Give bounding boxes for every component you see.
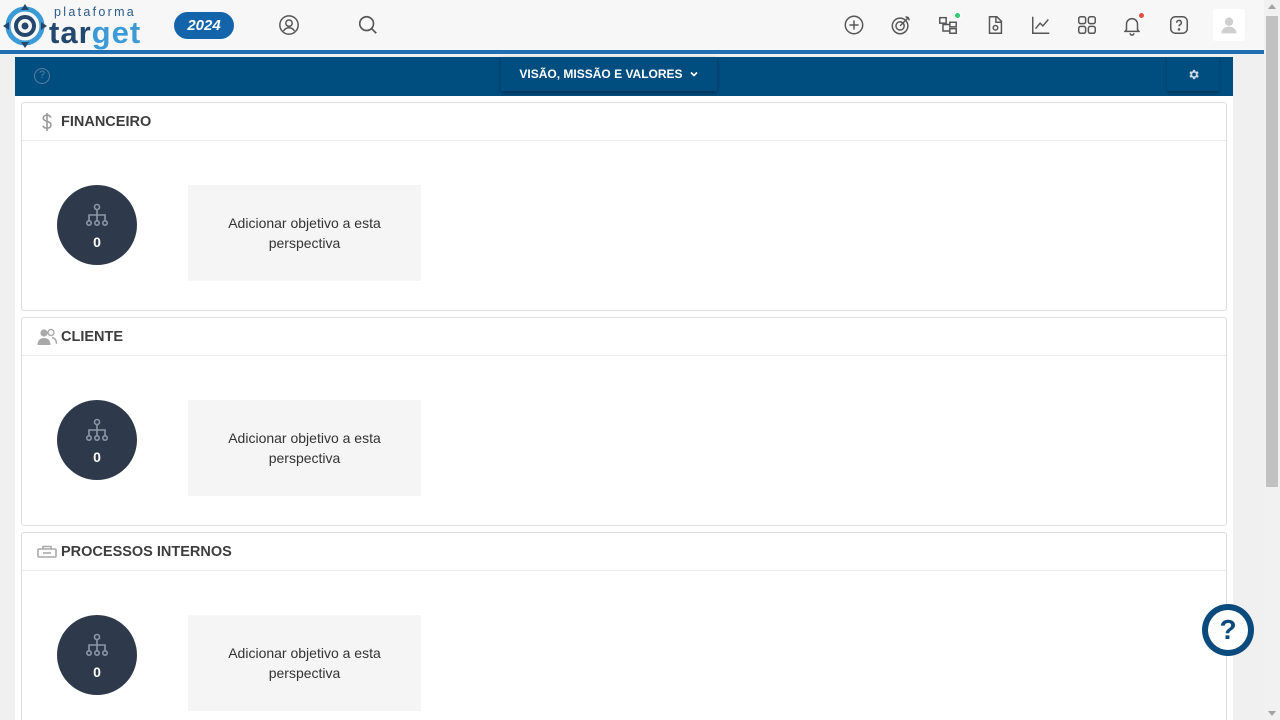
search-icon[interactable] <box>354 11 382 39</box>
perspective-header: CLIENTE <box>22 318 1226 356</box>
perspective-header: PROCESSOS INTERNOS <box>22 533 1226 571</box>
add-objective-button[interactable]: Adicionar objetivo a esta perspectiva <box>188 615 421 711</box>
objective-count: 0 <box>93 664 101 680</box>
help-chat-button[interactable]: ? <box>1202 604 1254 656</box>
year-selector[interactable]: 2024 <box>174 12 234 39</box>
add-icon[interactable] <box>840 11 868 39</box>
user-avatar[interactable] <box>1213 9 1245 41</box>
notification-dot <box>1138 12 1145 19</box>
add-objective-button[interactable]: Adicionar objetivo a esta perspectiva <box>188 400 421 496</box>
strategic-map-bar: ? VISÃO, MISSÃO E VALORES <box>15 57 1233 96</box>
map-view-selector[interactable]: VISÃO, MISSÃO E VALORES <box>501 57 717 91</box>
map-view-selector-label: VISÃO, MISSÃO E VALORES <box>519 67 683 81</box>
scroll-thumb[interactable] <box>1266 16 1278 487</box>
gear-icon <box>1188 69 1199 79</box>
perspective-title: PROCESSOS INTERNOS <box>61 544 232 560</box>
bell-icon[interactable] <box>1118 11 1146 39</box>
scroll-down-arrow[interactable] <box>1268 711 1276 716</box>
chart-icon[interactable] <box>1027 11 1055 39</box>
help-fab-glyph: ? <box>1208 610 1248 650</box>
top-navbar: plataforma target 2024 <box>0 0 1264 50</box>
apps-icon[interactable] <box>1073 11 1101 39</box>
perspective-header: FINANCEIRO <box>22 103 1226 141</box>
logo-wordmark: target <box>49 15 142 50</box>
perspective-title: FINANCEIRO <box>61 114 152 130</box>
add-objective-button[interactable]: Adicionar objetivo a esta perspectiva <box>188 185 421 281</box>
map-help-icon[interactable]: ? <box>34 68 50 84</box>
hierarchy-icon <box>85 203 108 226</box>
process-icon <box>37 542 57 562</box>
profile-icon[interactable] <box>275 11 303 39</box>
objective-count-circle[interactable]: 0 <box>57 400 137 480</box>
objective-count: 0 <box>93 449 101 465</box>
dollar-icon <box>37 112 57 132</box>
perspective-title: CLIENTE <box>61 329 124 345</box>
structure-notification-dot <box>954 12 961 19</box>
objective-count-circle[interactable]: 0 <box>57 185 137 265</box>
map-settings-button[interactable] <box>1167 57 1219 91</box>
help-icon[interactable] <box>1165 11 1193 39</box>
objective-count: 0 <box>93 234 101 250</box>
structure-icon[interactable] <box>934 11 962 39</box>
perspective-cliente: CLIENTE 0 Adicionar objetivo a esta pers… <box>21 317 1227 526</box>
hierarchy-icon <box>85 418 108 441</box>
perspective-financeiro: FINANCEIRO 0 Adicionar objetivo a esta p… <box>21 102 1227 311</box>
scroll-up-arrow[interactable] <box>1268 4 1276 9</box>
objective-count-circle[interactable]: 0 <box>57 615 137 695</box>
user-icon <box>1221 17 1237 34</box>
hierarchy-icon <box>85 633 108 656</box>
users-icon <box>37 327 57 347</box>
platform-logo[interactable]: plataforma target <box>2 2 147 50</box>
target-logo-icon <box>3 4 47 48</box>
page-scrollbar[interactable] <box>1264 0 1280 720</box>
document-icon[interactable] <box>981 11 1009 39</box>
chevron-down-icon <box>689 71 698 77</box>
goal-icon[interactable] <box>887 11 915 39</box>
perspective-processos-internos: PROCESSOS INTERNOS 0 Adicionar objetivo … <box>21 532 1227 720</box>
navbar-accent-line <box>0 50 1264 54</box>
